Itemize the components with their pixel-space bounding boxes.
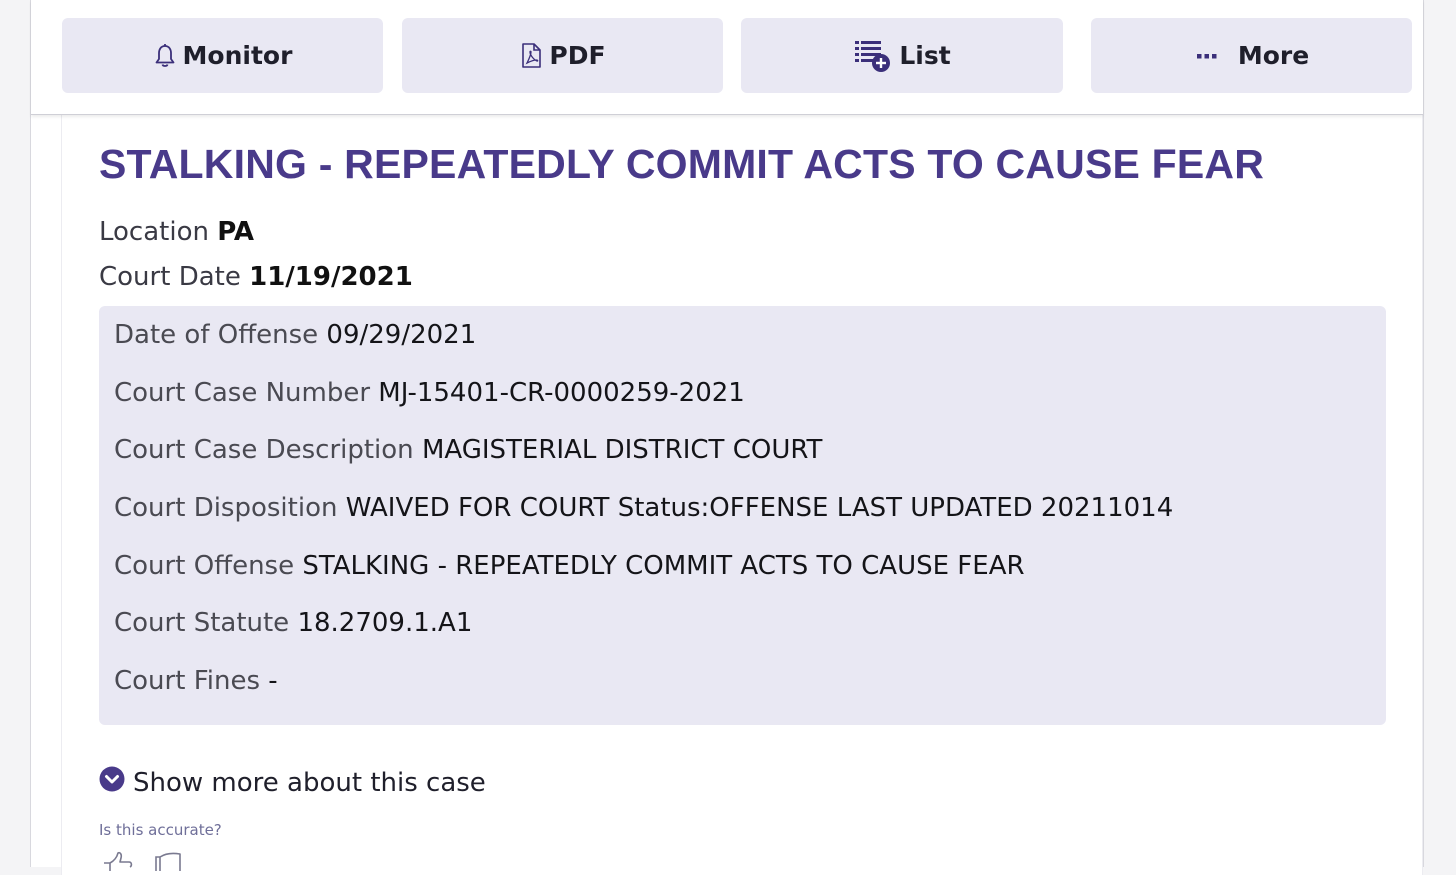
detail-label: Court Case Number — [114, 378, 371, 408]
action-toolbar: Monitor PDF List More — [31, 0, 1423, 115]
detail-label: Court Fines — [114, 666, 260, 696]
detail-value: - — [268, 666, 278, 696]
detail-value: 09/29/2021 — [326, 320, 477, 350]
detail-label: Court Case Description — [114, 435, 414, 465]
case-title: STALKING - REPEATEDLY COMMIT ACTS TO CAU… — [99, 141, 1265, 187]
detail-value: MJ-15401-CR-0000259-2021 — [378, 378, 745, 408]
location-value: PA — [217, 217, 255, 247]
pdf-button[interactable]: PDF — [402, 18, 723, 93]
list-add-icon — [853, 38, 893, 74]
detail-label: Court Statute — [114, 608, 290, 638]
thumbs-up-icon[interactable] — [102, 851, 136, 875]
monitor-button[interactable]: Monitor — [62, 18, 383, 93]
detail-row-court-offense: Court Offense STALKING - REPEATEDLY COMM… — [114, 551, 1025, 581]
show-more-label: Show more about this case — [133, 767, 486, 798]
ellipsis-icon — [1194, 51, 1220, 61]
list-label: List — [899, 41, 951, 70]
location-label: Location — [99, 217, 209, 247]
page-frame: Monitor PDF List More STALKING - REPEATE… — [30, 0, 1424, 875]
more-label: More — [1237, 41, 1310, 70]
detail-label: Date of Offense — [114, 320, 319, 350]
detail-row-date-of-offense: Date of Offense 09/29/2021 — [114, 320, 476, 350]
court-date-value: 11/19/2021 — [249, 262, 413, 292]
show-more-toggle[interactable]: Show more about this case — [99, 766, 486, 799]
court-date-line: Court Date 11/19/2021 — [99, 262, 413, 292]
detail-row-court-case-number: Court Case Number MJ-15401-CR-0000259-20… — [114, 378, 745, 408]
detail-value: WAIVED FOR COURT Status:OFFENSE LAST UPD… — [345, 493, 1174, 523]
detail-label: Court Offense — [114, 551, 295, 581]
add-to-list-button[interactable]: List — [741, 18, 1063, 93]
bell-icon — [153, 43, 177, 69]
court-date-label: Court Date — [99, 262, 241, 292]
detail-row-court-statute: Court Statute 18.2709.1.A1 — [114, 608, 472, 638]
detail-label: Court Disposition — [114, 493, 338, 523]
detail-row-court-fines: Court Fines - — [114, 666, 278, 696]
chevron-down-circle-icon — [99, 766, 125, 799]
detail-value: STALKING - REPEATEDLY COMMIT ACTS TO CAU… — [302, 551, 1025, 581]
detail-row-court-case-description: Court Case Description MAGISTERIAL DISTR… — [114, 435, 822, 465]
pdf-label: PDF — [549, 41, 606, 70]
detail-value: 18.2709.1.A1 — [297, 608, 473, 638]
pdf-file-icon — [519, 42, 543, 69]
detail-row-court-disposition: Court Disposition WAIVED FOR COURT Statu… — [114, 493, 1173, 523]
monitor-label: Monitor — [182, 41, 293, 70]
more-button[interactable]: More — [1091, 18, 1412, 93]
detail-value: MAGISTERIAL DISTRICT COURT — [421, 435, 823, 465]
accuracy-prompt: Is this accurate? — [99, 821, 222, 839]
case-details-panel: Date of Offense 09/29/2021 Court Case Nu… — [99, 306, 1386, 725]
case-card: STALKING - REPEATEDLY COMMIT ACTS TO CAU… — [61, 115, 1423, 875]
location-line: Location PA — [99, 217, 254, 247]
thumbs-down-icon[interactable] — [154, 851, 188, 875]
